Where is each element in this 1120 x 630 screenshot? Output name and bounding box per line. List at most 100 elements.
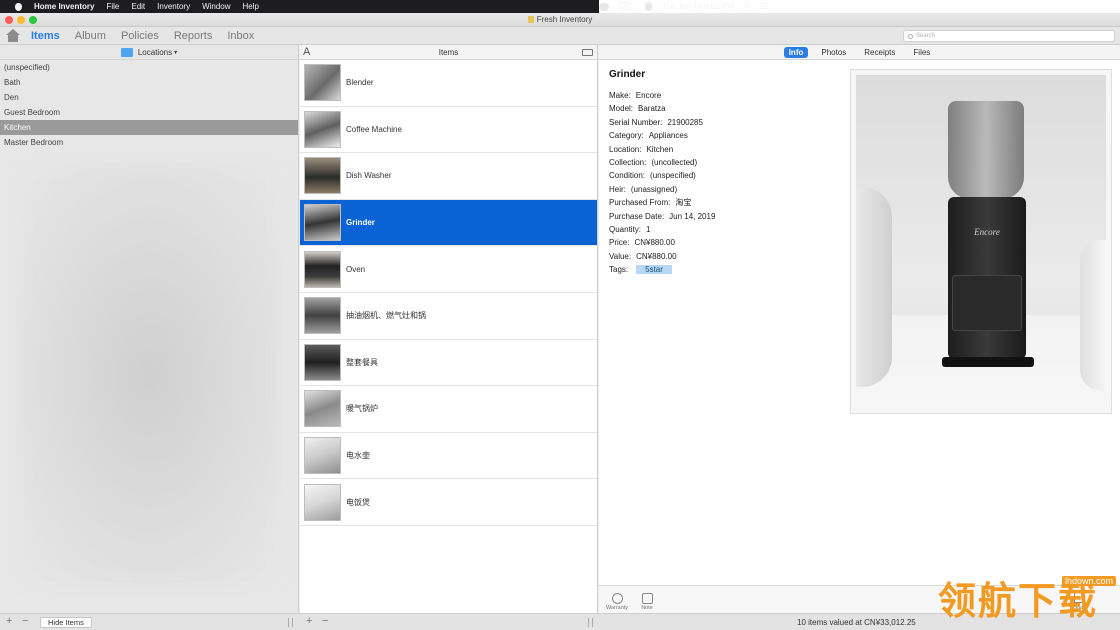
item-photo[interactable]: Encore <box>850 69 1112 414</box>
item-name: Grinder <box>346 218 375 228</box>
item-thumbnail <box>304 110 341 148</box>
search-menubar-icon[interactable]: ⚲ <box>744 2 750 11</box>
tab-items[interactable]: Items <box>31 30 60 42</box>
menu-inventory[interactable]: Inventory <box>157 2 190 11</box>
field-heir: Heir: (unassigned) <box>609 183 839 196</box>
field-label: Purchased From: <box>609 198 671 208</box>
location-item[interactable]: Bath <box>0 75 298 90</box>
tab-reports[interactable]: Reports <box>174 30 213 42</box>
cloud-icon[interactable] <box>599 2 609 11</box>
field-value[interactable]: (uncollected) <box>651 158 697 167</box>
menu-help[interactable]: Help <box>243 2 259 11</box>
field-value[interactable]: 21900285 <box>667 118 703 127</box>
pane-resize-handle[interactable] <box>588 618 593 627</box>
items-header: A Items <box>300 45 597 60</box>
menu-window[interactable]: Window <box>202 2 230 11</box>
item-row[interactable]: Blender <box>300 60 597 107</box>
location-item[interactable]: Guest Bedroom <box>0 105 298 120</box>
folder-icon <box>120 47 133 57</box>
item-thumbnail <box>304 64 341 102</box>
location-item[interactable]: (unspecified) <box>0 60 298 75</box>
tab-album[interactable]: Album <box>75 30 106 42</box>
item-thumbnail <box>304 204 341 242</box>
field-value[interactable]: CN¥880.00 <box>634 238 674 247</box>
clock[interactable]: Tue Jan 14 6:03 PM <box>662 2 734 11</box>
location-item[interactable]: Den <box>0 90 298 105</box>
field-category: Category: Appliances <box>609 129 839 142</box>
locations-pane: Locations ▾ (unspecified) Bath Den Guest… <box>0 45 299 613</box>
tab-inbox[interactable]: Inbox <box>227 30 254 42</box>
item-row[interactable]: 电水壶 <box>300 433 597 480</box>
pane-resize-handle[interactable] <box>288 618 293 627</box>
note-button[interactable]: Note <box>633 593 661 611</box>
network-speed: 0KB/s 0KB/s <box>619 0 633 12</box>
item-row[interactable]: Coffee Machine <box>300 107 597 154</box>
tab-receipts[interactable]: Receipts <box>859 47 900 58</box>
sort-button[interactable]: A <box>303 46 310 58</box>
locations-list: (unspecified) Bath Den Guest Bedroom Kit… <box>0 60 298 150</box>
field-serial-number: Serial Number: 21900285 <box>609 116 839 129</box>
inventory-status: 10 items valued at CN¥33,012.25 <box>797 618 916 627</box>
document-icon <box>527 16 534 23</box>
hide-items-button[interactable]: Hide Items <box>40 617 92 628</box>
control-center-icon[interactable]: ☰ <box>760 2 767 11</box>
field-condition: Condition: (unspecified) <box>609 169 839 182</box>
watermark-url: lhdown.com <box>1061 576 1116 586</box>
tab-info[interactable]: Info <box>783 46 809 58</box>
item-row[interactable]: 电饭煲 <box>300 479 597 526</box>
remove-item-button[interactable]: − <box>322 616 328 627</box>
item-name: Dish Washer <box>346 171 392 181</box>
item-row-selected[interactable]: Grinder <box>300 199 597 247</box>
field-value[interactable]: Appliances <box>649 131 688 140</box>
field-collection: Collection: (uncollected) <box>609 156 839 169</box>
field-value[interactable]: 淘宝 <box>675 198 691 207</box>
field-value[interactable]: (unassigned) <box>631 185 677 194</box>
tab-policies[interactable]: Policies <box>121 30 159 42</box>
field-value[interactable]: Encore <box>636 91 661 100</box>
add-item-button[interactable]: + <box>306 616 312 627</box>
item-thumbnail <box>304 157 341 195</box>
qq-icon[interactable] <box>645 2 652 11</box>
apple-icon[interactable] <box>12 2 24 12</box>
item-row[interactable]: 整套餐具 <box>300 340 597 387</box>
remove-location-button[interactable]: − <box>22 616 28 627</box>
location-item-selected[interactable]: Kitchen <box>0 120 298 135</box>
field-value[interactable]: Jun 14, 2019 <box>669 212 715 221</box>
item-details: Grinder Make: Encore Model: Baratza Serial… <box>609 69 839 276</box>
field-value: Value: CN¥880.00 <box>609 250 839 263</box>
detail-tabs: Info Photos Receipts Files <box>599 45 1120 60</box>
menu-app-name[interactable]: Home Inventory <box>34 2 94 11</box>
field-quantity: Quantity: 1 <box>609 223 839 236</box>
items-header-label: Items <box>438 47 459 57</box>
menu-file[interactable]: File <box>106 2 119 11</box>
tab-photos[interactable]: Photos <box>816 47 851 58</box>
warranty-button[interactable]: Warranty <box>603 593 631 611</box>
field-value[interactable]: Kitchen <box>646 145 673 154</box>
star-icon <box>611 593 623 604</box>
field-label: Serial Number: <box>609 117 663 127</box>
tag-chip[interactable]: 5star <box>636 265 672 275</box>
item-row[interactable]: Dish Washer <box>300 153 597 200</box>
field-purchase-date: Purchase Date: Jun 14, 2019 <box>609 210 839 223</box>
item-row[interactable]: 抽油烟机、燃气灶和锅 <box>300 293 597 340</box>
field-label: Purchase Date: <box>609 211 665 221</box>
search-input[interactable]: Search <box>903 30 1115 42</box>
location-item[interactable]: Master Bedroom <box>0 135 298 150</box>
menu-edit[interactable]: Edit <box>131 2 145 11</box>
item-name: 暖气锅炉 <box>346 404 378 414</box>
add-location-button[interactable]: + <box>6 616 12 627</box>
photo-grinder-base <box>942 357 1034 367</box>
locations-header[interactable]: Locations ▾ <box>0 45 298 60</box>
field-value[interactable]: CN¥880.00 <box>636 252 676 261</box>
search-icon <box>908 33 913 39</box>
chevron-down-icon: ▾ <box>174 49 178 56</box>
home-icon[interactable] <box>5 28 21 43</box>
item-row[interactable]: Oven <box>300 246 597 293</box>
field-value[interactable]: (unspecified) <box>650 171 696 180</box>
item-row[interactable]: 暖气锅炉 <box>300 386 597 433</box>
item-name: 抽油烟机、燃气灶和锅 <box>346 311 426 321</box>
view-options-icon[interactable] <box>582 49 593 56</box>
field-value[interactable]: 1 <box>646 225 650 234</box>
field-value[interactable]: Baratza <box>638 104 666 113</box>
tab-files[interactable]: Files <box>908 47 935 58</box>
